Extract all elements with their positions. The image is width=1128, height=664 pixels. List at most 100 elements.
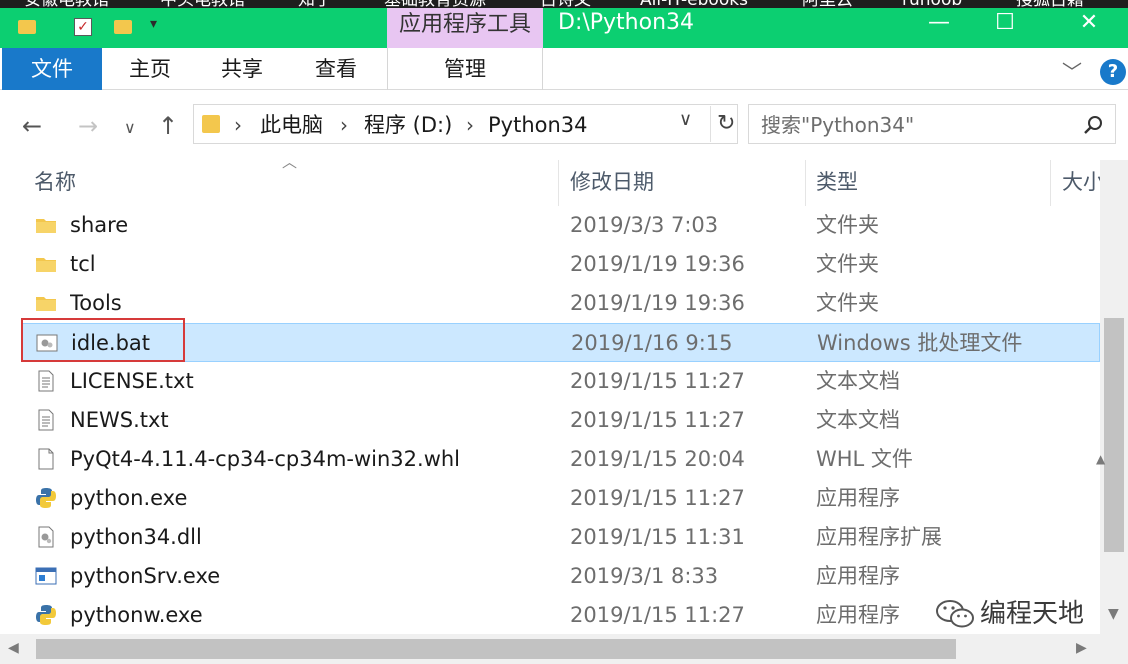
file-type: Windows 批处理文件 (817, 331, 1023, 355)
scroll-left-arrow-icon[interactable]: ◀ (8, 640, 19, 656)
column-divider[interactable] (805, 160, 806, 206)
file-name[interactable]: python.exe (70, 479, 550, 518)
file-name[interactable]: python34.dll (70, 518, 550, 557)
breadcrumb-this-pc[interactable]: 此电脑 (260, 111, 323, 139)
file-row[interactable]: PyQt4-4.11.4-cp34-cp34m-win32.whl 2019/1/… (22, 440, 1100, 479)
blank-file-icon (38, 448, 54, 470)
bookmark-item[interactable]: runoob (902, 0, 962, 8)
ribbon-tabs: 文件 主页 共享 查看 管理 (0, 48, 1128, 90)
file-date: 2019/3/1 8:33 (570, 564, 719, 588)
breadcrumb-drive-d[interactable]: 程序 (D:) (364, 111, 452, 139)
file-date: 2019/1/15 11:27 (570, 369, 745, 393)
tab-home[interactable]: 主页 (108, 48, 192, 90)
breadcrumb-separator-icon[interactable]: › (234, 111, 242, 139)
app-window-icon (35, 567, 57, 585)
file-date: 2019/1/19 19:36 (570, 252, 745, 276)
file-row[interactable]: share 2019/3/3 7:03 文件夹 (22, 206, 1100, 245)
file-name[interactable]: NEWS.txt (70, 401, 550, 440)
bookmarks-bar: 安徽电教馆 中头电教馆 知乎 基础教育资源 古诗文 All-IT-ebooks … (0, 0, 1128, 8)
file-name[interactable]: LICENSE.txt (70, 362, 550, 401)
bookmark-item[interactable]: 中头电教馆 (160, 0, 245, 8)
column-header-name[interactable]: 名称 (34, 160, 554, 206)
tab-file[interactable]: 文件 (2, 48, 102, 90)
column-header-date[interactable]: 修改日期 (570, 160, 802, 206)
scroll-right-arrow-icon[interactable]: ▶ (1076, 640, 1087, 656)
address-dropdown-chevron-icon[interactable]: ∨ (679, 109, 692, 130)
text-file-icon (38, 370, 54, 392)
wechat-logo-icon (936, 600, 974, 628)
file-type: 文件夹 (816, 252, 879, 276)
back-arrow-icon[interactable]: ← (22, 112, 42, 140)
file-date: 2019/1/15 20:04 (570, 447, 745, 471)
file-type: WHL 文件 (816, 447, 913, 471)
search-icon[interactable] (1081, 113, 1105, 137)
column-header-type[interactable]: 类型 (816, 160, 1048, 206)
file-row[interactable]: python.exe 2019/1/15 11:27 应用程序 (22, 479, 1100, 518)
tab-share[interactable]: 共享 (200, 48, 284, 90)
expand-ribbon-chevron-icon[interactable]: ﹀ (1062, 56, 1082, 85)
search-input[interactable] (761, 111, 1071, 139)
properties-check-icon[interactable]: ✓ (74, 18, 92, 36)
new-folder-icon[interactable] (114, 20, 132, 34)
breadcrumb-separator-icon[interactable]: › (466, 111, 474, 139)
search-box[interactable] (748, 104, 1116, 144)
address-folder-icon (202, 115, 220, 133)
python-icon (36, 488, 56, 508)
vertical-scrollbar-thumb[interactable] (1104, 318, 1124, 552)
column-divider[interactable] (1050, 160, 1051, 206)
close-button[interactable]: ✕ (1066, 8, 1112, 40)
context-tab-divider (387, 48, 543, 90)
column-divider[interactable] (558, 160, 559, 206)
file-type: 应用程序 (816, 564, 900, 588)
maximize-button[interactable]: ☐ (982, 8, 1028, 40)
window-title: D:\Python34 (558, 10, 695, 35)
forward-arrow-icon[interactable]: → (78, 112, 98, 140)
file-date: 2019/1/15 11:27 (570, 486, 745, 510)
file-name[interactable]: pythonSrv.exe (70, 557, 550, 596)
file-row[interactable]: pythonSrv.exe 2019/3/1 8:33 应用程序 (22, 557, 1100, 596)
file-date: 2019/3/3 7:03 (570, 213, 719, 237)
file-date: 2019/1/19 19:36 (570, 291, 745, 315)
file-row[interactable]: NEWS.txt 2019/1/15 11:27 文本文档 (22, 401, 1100, 440)
column-header-size[interactable]: 大小 (1062, 160, 1100, 206)
bookmark-item[interactable]: 基础教育资源 (384, 0, 486, 8)
file-name[interactable]: share (70, 206, 550, 245)
file-name[interactable]: tcl (70, 245, 550, 284)
minimize-button[interactable]: — (916, 8, 962, 40)
file-row[interactable]: python34.dll 2019/1/15 11:31 应用程序扩展 (22, 518, 1100, 557)
file-type: 文件夹 (816, 291, 879, 315)
recent-locations-chevron-icon[interactable]: ∨ (124, 118, 136, 137)
file-date: 2019/1/15 11:31 (570, 525, 745, 549)
bookmark-item[interactable]: 搜狐古籍 (1016, 0, 1084, 8)
breadcrumb-python34[interactable]: Python34 (488, 111, 588, 139)
file-row[interactable]: LICENSE.txt 2019/1/15 11:27 文本文档 (22, 362, 1100, 401)
address-bar[interactable]: › 此电脑 › 程序 (D:) › Python34 ∨ ↻ (193, 104, 738, 144)
customize-toolbar-arrow-icon[interactable]: ▾ (150, 16, 157, 32)
bookmark-item[interactable]: All-IT-ebooks (640, 0, 748, 8)
bookmark-item[interactable]: 知乎 (298, 0, 332, 8)
folder-icon (36, 219, 56, 233)
bookmark-item[interactable]: 古诗文 (540, 0, 591, 8)
up-arrow-icon[interactable]: ↑ (158, 112, 178, 140)
help-button[interactable]: ? (1100, 59, 1126, 85)
scroll-marker: ▲ (1096, 452, 1106, 466)
text-file-icon (38, 409, 54, 431)
folder-icon (36, 297, 56, 311)
file-type: 应用程序扩展 (816, 525, 942, 549)
file-date: 2019/1/16 9:15 (571, 331, 733, 355)
bookmark-item[interactable]: 阿里云 (802, 0, 853, 8)
refresh-icon[interactable]: ↻ (710, 106, 739, 142)
file-name[interactable]: PyQt4-4.11.4-cp34-cp34m-win32.whl (70, 440, 550, 479)
file-row[interactable]: tcl 2019/1/19 19:36 文件夹 (22, 245, 1100, 284)
bookmark-item[interactable]: 安徽电教馆 (24, 0, 109, 8)
scroll-down-arrow-icon[interactable]: ▼ (1108, 606, 1119, 622)
file-name[interactable]: pythonw.exe (70, 596, 550, 635)
quick-access-folder-icon[interactable] (18, 20, 36, 34)
python-icon (36, 605, 56, 625)
tab-view[interactable]: 查看 (294, 48, 378, 90)
horizontal-scrollbar-thumb[interactable] (36, 639, 956, 659)
breadcrumb-separator-icon[interactable]: › (340, 111, 348, 139)
context-tab-app-tools: 应用程序工具 (387, 8, 543, 48)
dll-file-icon (38, 526, 54, 548)
file-list: share 2019/3/3 7:03 文件夹 tcl 2019/1/19 19:36 文… (22, 206, 1100, 635)
